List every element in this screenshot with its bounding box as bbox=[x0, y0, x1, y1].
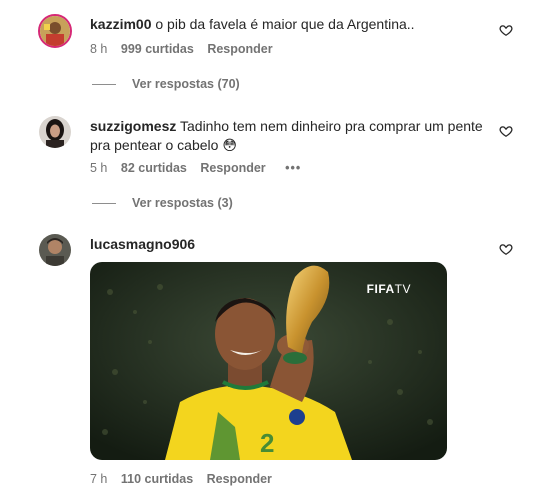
view-replies-label: Ver respostas (70) bbox=[132, 77, 240, 91]
divider bbox=[92, 83, 116, 85]
view-replies-button[interactable]: Ver respostas (3) bbox=[92, 196, 233, 210]
more-options-button[interactable]: ••• bbox=[285, 161, 301, 175]
comment-text: o pib da favela é maior que da Argentina… bbox=[155, 16, 415, 32]
username[interactable]: suzzigomesz bbox=[90, 118, 176, 134]
timestamp: 8 h bbox=[90, 42, 108, 56]
avatar[interactable] bbox=[38, 14, 72, 48]
username[interactable]: lucasmagno906 bbox=[90, 236, 195, 252]
username[interactable]: kazzim00 bbox=[90, 16, 151, 32]
view-replies-label: Ver respostas (3) bbox=[132, 196, 233, 210]
reply-button[interactable]: Responder bbox=[200, 161, 265, 175]
divider bbox=[92, 202, 116, 204]
comment-text-line-1: Tadinho tem nem dinheiro pra comprar um … bbox=[180, 118, 483, 134]
reply-button[interactable]: Responder bbox=[207, 42, 272, 56]
view-replies-button[interactable]: Ver respostas (70) bbox=[92, 77, 240, 91]
fifa-tv-logo: FIFATV bbox=[366, 282, 411, 296]
avatar[interactable] bbox=[39, 116, 71, 148]
timestamp: 5 h bbox=[90, 161, 108, 175]
avatar[interactable] bbox=[39, 234, 71, 266]
reply-button[interactable]: Responder bbox=[207, 472, 272, 486]
heart-outline-icon[interactable] bbox=[499, 124, 513, 138]
svg-text:2: 2 bbox=[260, 428, 274, 458]
timestamp: 7 h bbox=[90, 472, 108, 486]
heart-outline-icon[interactable] bbox=[499, 23, 513, 37]
gif-attachment[interactable]: 2 FIFATV bbox=[90, 262, 447, 460]
heart-outline-icon[interactable] bbox=[499, 242, 513, 256]
likes-count[interactable]: 999 curtidas bbox=[121, 42, 194, 56]
likes-count[interactable]: 82 curtidas bbox=[121, 161, 187, 175]
likes-count[interactable]: 110 curtidas bbox=[121, 472, 193, 486]
comment-text-line-2: pra pentear o cabelo 😳 bbox=[90, 137, 237, 153]
